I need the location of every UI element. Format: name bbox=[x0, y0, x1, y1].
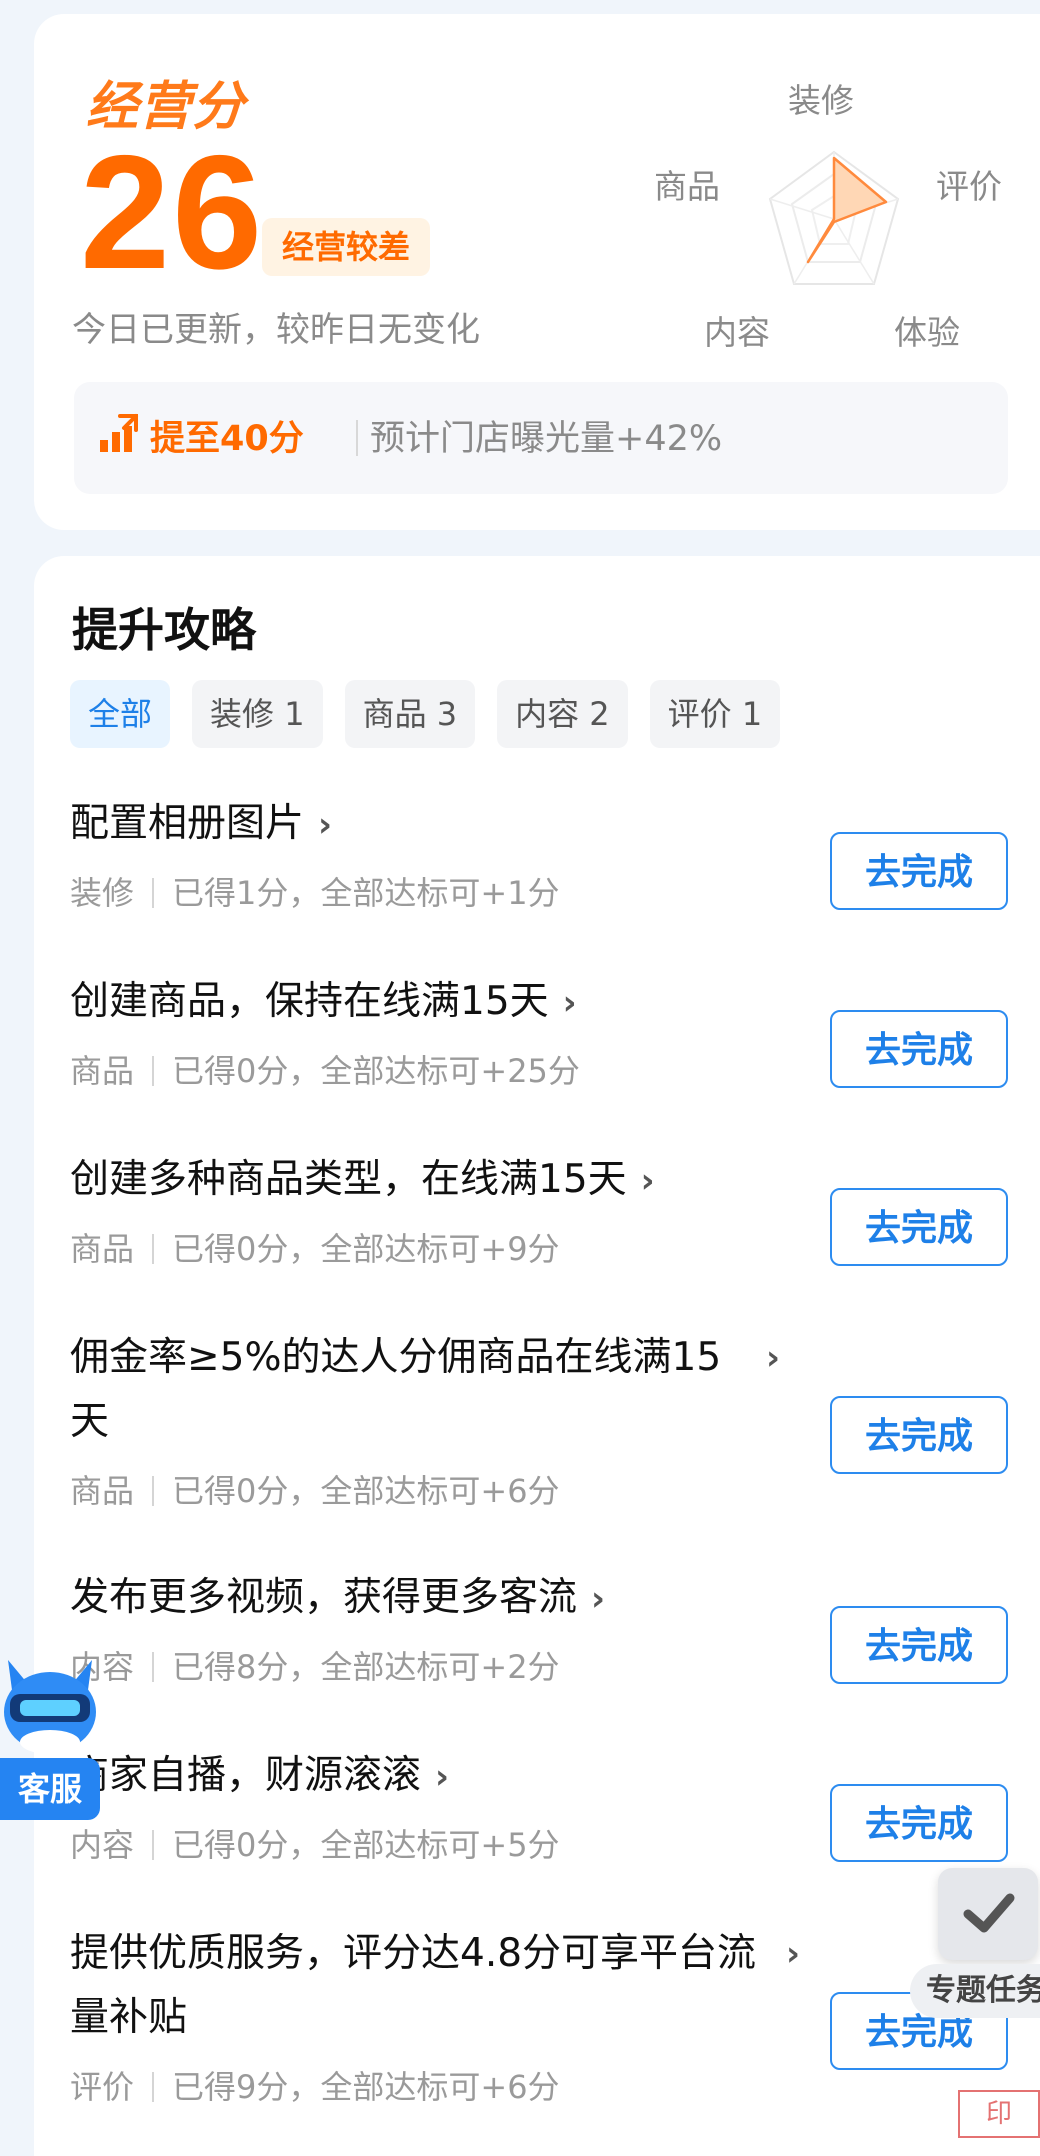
chevron-right-icon: › bbox=[765, 1338, 780, 1378]
score-value: 26 bbox=[80, 122, 265, 303]
strategy-card: 提升攻略 全部 装修 1 商品 3 内容 2 评价 1 配置相册图片 › 装修 已得… bbox=[34, 556, 1040, 2156]
complete-button[interactable]: 去完成 bbox=[830, 1188, 1008, 1266]
watermark-stamp: 印 bbox=[958, 2090, 1040, 2138]
filter-tab-all[interactable]: 全部 bbox=[70, 680, 171, 748]
task-title[interactable]: 发布更多视频，获得更多客流 › bbox=[70, 1566, 790, 1631]
target-score-text: 提至40分 bbox=[150, 419, 304, 459]
task-title[interactable]: 创建多种商品类型，在线满15天 › bbox=[70, 1148, 790, 1213]
divider bbox=[356, 420, 358, 456]
chevron-right-icon: › bbox=[562, 983, 577, 1023]
task-meta: 商品 已得0分，全部达标可+9分 bbox=[70, 1230, 560, 1268]
update-status-text: 今日已更新，较昨日无变化 bbox=[72, 310, 480, 350]
topic-task-label[interactable]: 专题任务 bbox=[910, 1964, 1040, 2018]
complete-button[interactable]: 去完成 bbox=[830, 1396, 1008, 1474]
task-box-icon bbox=[938, 1868, 1038, 1960]
status-badge: 经营较差 bbox=[262, 218, 431, 276]
chevron-right-icon: › bbox=[318, 805, 333, 845]
section-title: 提升攻略 bbox=[72, 603, 256, 657]
complete-button[interactable]: 去完成 bbox=[830, 1784, 1008, 1862]
radar-label-content: 内容 bbox=[704, 313, 770, 352]
score-card: 经营分 26 经营较差 今日已更新，较昨日无变化 装修 评价 体验 内容 商品 … bbox=[34, 14, 1040, 530]
task-title[interactable]: 提供优质服务，评分达4.8分可享平台流量补贴 › bbox=[70, 1922, 800, 2050]
chevron-right-icon: › bbox=[640, 1161, 655, 1201]
radar-chart[interactable]: 装修 评价 体验 内容 商品 bbox=[654, 74, 1040, 374]
complete-button[interactable]: 去完成 bbox=[830, 1010, 1008, 1088]
task-title[interactable]: 佣金率≥5%的达人分佣商品在线满15天 › bbox=[70, 1326, 780, 1454]
filter-tabs: 全部 装修 1 商品 3 内容 2 评价 1 bbox=[70, 680, 781, 748]
task-title[interactable]: 配置相册图片 › bbox=[70, 792, 790, 857]
checkmark-icon bbox=[963, 1893, 1015, 1933]
filter-tab-product[interactable]: 商品 3 bbox=[344, 680, 476, 748]
complete-button[interactable]: 去完成 bbox=[830, 1606, 1008, 1684]
task-title[interactable]: 创建商品，保持在线满15天 › bbox=[70, 970, 790, 1035]
score-tip-bar[interactable]: 提至40分 预计门店曝光量+42% bbox=[74, 382, 1008, 494]
radar-label-decoration: 装修 bbox=[788, 81, 854, 120]
trend-up-icon bbox=[100, 414, 138, 452]
chevron-right-icon: › bbox=[785, 1934, 800, 1974]
filter-tab-review[interactable]: 评价 1 bbox=[649, 680, 781, 748]
filter-tab-decoration[interactable]: 装修 1 bbox=[192, 680, 323, 748]
radar-label-product: 商品 bbox=[654, 167, 720, 206]
complete-button[interactable]: 去完成 bbox=[830, 832, 1008, 910]
radar-label-review: 评价 bbox=[936, 167, 1002, 206]
topic-task-float[interactable]: 专题任务 bbox=[910, 1868, 1040, 2028]
robot-mascot-icon bbox=[4, 1660, 96, 1754]
radar-graphic bbox=[768, 150, 900, 285]
radar-label-experience: 体验 bbox=[894, 313, 960, 352]
task-meta: 内容 已得8分，全部达标可+2分 bbox=[70, 1648, 560, 1686]
task-meta: 评价 已得9分，全部达标可+6分 bbox=[70, 2068, 560, 2106]
task-meta: 商品 已得0分，全部达标可+25分 bbox=[70, 1052, 580, 1090]
customer-service-label[interactable]: 客服 bbox=[0, 1758, 100, 1820]
task-title[interactable]: 商家自播，财源滚滚 › bbox=[70, 1744, 790, 1809]
chevron-right-icon: › bbox=[591, 1579, 606, 1619]
filter-tab-content[interactable]: 内容 2 bbox=[497, 680, 628, 748]
exposure-estimate-text: 预计门店曝光量+42% bbox=[370, 419, 723, 459]
chevron-right-icon: › bbox=[435, 1757, 450, 1797]
task-meta: 内容 已得0分，全部达标可+5分 bbox=[70, 1826, 560, 1864]
task-meta: 商品 已得0分，全部达标可+6分 bbox=[70, 1472, 560, 1510]
customer-service-float[interactable]: 客服 bbox=[0, 1650, 100, 1822]
task-meta: 装修 已得1分，全部达标可+1分 bbox=[70, 874, 560, 912]
